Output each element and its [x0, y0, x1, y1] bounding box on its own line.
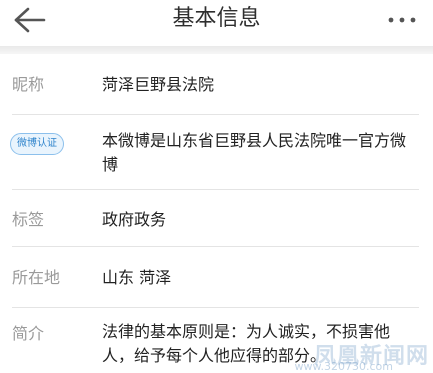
tags-label: 标签 [12, 210, 45, 229]
nickname-label: 昵称 [12, 75, 45, 94]
location-row: 所在地 山东 菏泽 [0, 247, 433, 307]
intro-label: 简介 [12, 324, 45, 343]
verification-row: 微博认证 本微博是山东省巨野县人民法院唯一官方微博 [0, 115, 433, 189]
basic-info-page: 基本信息 昵称 菏泽巨野县法院 微博认证 本微博是山东省巨野县人民法院唯一官方微… [0, 0, 433, 373]
weibo-verified-badge: 微博认证 [10, 133, 64, 155]
header: 基本信息 [0, 0, 433, 46]
verification-value: 本微博是山东省巨野县人民法院唯一官方微博 [102, 131, 407, 174]
nickname-value: 菏泽巨野县法院 [102, 75, 215, 94]
more-dots-icon[interactable] [385, 8, 419, 32]
tags-row: 标签 政府政务 [0, 190, 433, 246]
tags-value: 政府政务 [102, 210, 167, 229]
location-value: 山东 菏泽 [102, 268, 172, 287]
page-title: 基本信息 [172, 6, 261, 31]
header-separator [0, 46, 433, 54]
location-label: 所在地 [12, 268, 61, 287]
nickname-row: 昵称 菏泽巨野县法院 [0, 54, 433, 114]
site-watermark-url: www.320730.com [294, 360, 393, 373]
